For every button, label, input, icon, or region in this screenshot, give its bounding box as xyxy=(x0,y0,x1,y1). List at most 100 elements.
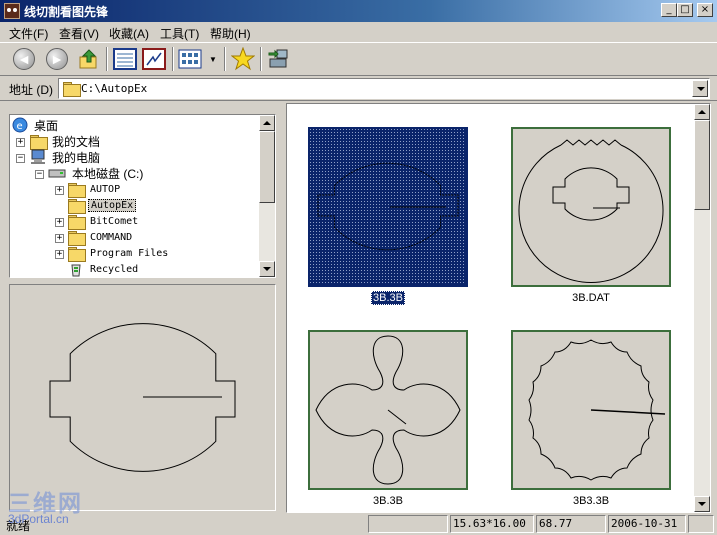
toolbar-separator xyxy=(224,47,226,71)
expand-icon[interactable]: + xyxy=(55,186,64,195)
recycle-bin-icon xyxy=(71,264,81,277)
scroll-thumb[interactable] xyxy=(694,120,710,210)
folder-icon xyxy=(68,230,86,246)
toolbar: ◄ ► ▼ xyxy=(0,42,717,76)
computer-icon xyxy=(31,149,45,164)
file-thumbnail[interactable] xyxy=(308,330,468,490)
thumbnail-view[interactable]: 3B.3B 3B.DAT 3B.3B 3B3.3B xyxy=(286,103,711,513)
tree-label: AUTOP xyxy=(90,183,121,195)
tree-item-local-disk[interactable]: 本地磁盘 (C:) xyxy=(48,165,145,181)
menu-tools[interactable]: 工具(T) xyxy=(160,25,199,42)
scroll-up-button[interactable] xyxy=(259,115,275,131)
tree-label: Program Files xyxy=(90,247,169,259)
menu-favorites[interactable]: 收藏(A) xyxy=(109,25,149,42)
file-name-label[interactable]: 3B.DAT xyxy=(511,292,671,304)
tree-scrollbar[interactable] xyxy=(259,115,275,277)
close-button[interactable]: × xyxy=(697,3,713,17)
tree-item-autopex[interactable]: AutopEx xyxy=(68,197,137,214)
favorites-star-icon xyxy=(231,47,255,71)
tree-item-my-documents[interactable]: 我的文档 xyxy=(30,133,102,150)
address-value: C:\AutopEx xyxy=(81,82,148,95)
tree-item-program-files[interactable]: Program Files xyxy=(68,245,170,262)
folder-icon xyxy=(30,134,48,150)
scroll-up-button[interactable] xyxy=(694,104,710,120)
folder-icon xyxy=(63,82,81,97)
export-machine-icon xyxy=(268,49,288,68)
scroll-thumb[interactable] xyxy=(259,131,275,203)
tree-item-desktop[interactable]: e 桌面 xyxy=(12,117,60,133)
preview-drawing xyxy=(49,323,236,472)
minimize-button[interactable]: _ xyxy=(661,3,677,17)
tree-label: 桌面 xyxy=(34,118,59,133)
folder-open-icon xyxy=(68,198,86,214)
expand-icon[interactable]: + xyxy=(16,138,25,147)
tree-label: BitComet xyxy=(90,215,139,227)
thumbnail-scrollbar[interactable] xyxy=(694,104,710,512)
folder-icon xyxy=(68,214,86,230)
status-length: 68.77 xyxy=(536,515,606,533)
menu-view[interactable]: 查看(V) xyxy=(59,25,99,42)
address-label: 地址 (D) xyxy=(9,83,53,97)
app-window: 线切割看图先锋 _ □ × 文件(F) 查看(V) 收藏(A) 工具(T) 帮助… xyxy=(0,0,717,535)
up-folder-button[interactable] xyxy=(76,46,102,72)
tree-item-my-computer[interactable]: 我的电脑 xyxy=(30,149,102,165)
svg-text:e: e xyxy=(17,121,23,132)
folder-tree[interactable]: e 桌面 + 我的文档 − 我的电脑 − 本地磁盘 (C:) + AUTOP A… xyxy=(9,114,276,278)
forward-button[interactable]: ► xyxy=(44,46,70,72)
toolbar-separator xyxy=(106,47,108,71)
pane-splitter[interactable] xyxy=(280,104,285,514)
file-thumbnail[interactable] xyxy=(511,330,671,490)
address-dropdown-button[interactable] xyxy=(692,80,708,97)
scroll-down-button[interactable] xyxy=(259,261,275,277)
file-thumbnail[interactable] xyxy=(308,127,468,287)
tree-label: Recycled xyxy=(90,263,139,275)
tree-label: 我的文档 xyxy=(52,134,101,149)
tree-item-autop[interactable]: AUTOP xyxy=(68,181,122,198)
menu-bar: 文件(F) 查看(V) 收藏(A) 工具(T) 帮助(H) xyxy=(0,22,717,42)
drawing-preview[interactable] xyxy=(9,284,276,511)
folder-icon xyxy=(68,182,86,198)
tree-label: 我的电脑 xyxy=(52,150,101,165)
app-icon[interactable] xyxy=(4,3,20,19)
maximize-button[interactable]: □ xyxy=(677,3,693,17)
chevron-down-icon: ▼ xyxy=(209,54,217,64)
collapse-icon[interactable]: − xyxy=(35,170,44,179)
tree-item-bitcomet[interactable]: BitComet xyxy=(68,213,140,230)
status-date: 2006-10-31 xyxy=(608,515,686,533)
tree-label: COMMAND xyxy=(90,231,133,243)
status-dimensions: 15.63*16.00 xyxy=(450,515,534,533)
favorites-button[interactable] xyxy=(230,46,256,72)
desktop-icon: e xyxy=(12,117,28,133)
back-button[interactable]: ◄ xyxy=(11,46,37,72)
toolbar-separator xyxy=(260,47,262,71)
file-name-label[interactable]: 3B3.3B xyxy=(511,495,671,507)
tree-label: 本地磁盘 (C:) xyxy=(72,166,144,181)
view-dropdown-button[interactable]: ▼ xyxy=(206,46,220,72)
collapse-icon[interactable]: − xyxy=(16,154,25,163)
drawing-3b-gear-slot xyxy=(310,129,466,285)
scroll-down-button[interactable] xyxy=(694,496,710,512)
list-view-button[interactable] xyxy=(112,46,138,72)
status-bar: 就绪 15.63*16.00 68.77 2006-10-31 xyxy=(0,514,717,535)
up-folder-icon xyxy=(79,49,97,69)
list-view-icon xyxy=(113,48,137,70)
expand-icon[interactable]: + xyxy=(55,250,64,259)
tree-item-command[interactable]: COMMAND xyxy=(68,229,134,246)
address-input[interactable]: C:\AutopEx xyxy=(58,78,710,99)
expand-icon[interactable]: + xyxy=(55,218,64,227)
drawing-view-button[interactable] xyxy=(141,46,167,72)
expand-icon[interactable]: + xyxy=(55,234,64,243)
menu-help[interactable]: 帮助(H) xyxy=(210,25,251,42)
file-name-label[interactable]: 3B.3B xyxy=(308,291,468,305)
title-bar[interactable]: 线切割看图先锋 _ □ × xyxy=(0,0,717,22)
window-title: 线切割看图先锋 xyxy=(24,5,109,19)
export-button[interactable] xyxy=(266,46,292,72)
watermark-url: 3dPortal.cn xyxy=(8,512,69,526)
thumbnail-view-button[interactable] xyxy=(178,46,204,72)
drawing-view-icon xyxy=(142,48,166,70)
file-thumbnail[interactable] xyxy=(511,127,671,287)
menu-file[interactable]: 文件(F) xyxy=(9,25,48,42)
tree-item-recycled[interactable]: Recycled xyxy=(68,261,140,277)
status-cell xyxy=(688,515,714,533)
file-name-label[interactable]: 3B.3B xyxy=(308,495,468,507)
